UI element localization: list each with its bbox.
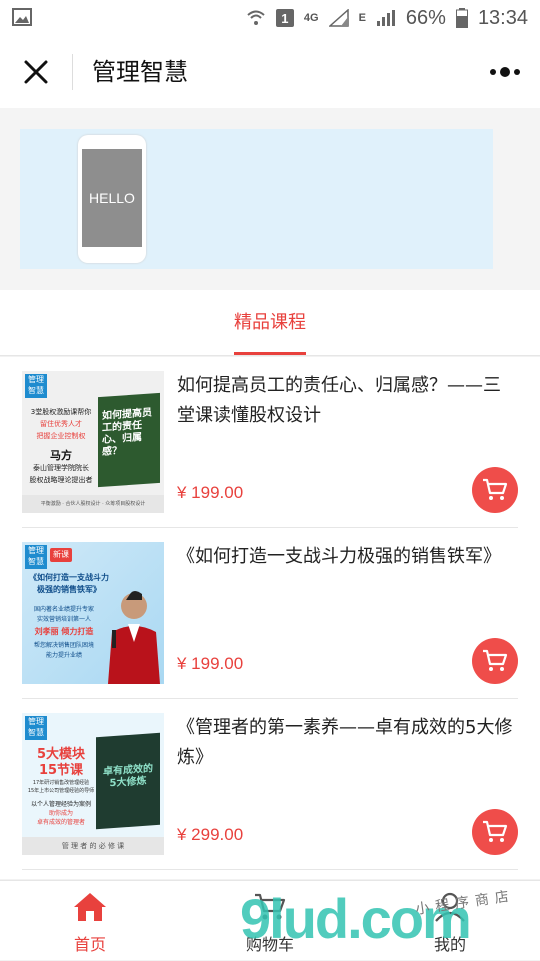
nav-label: 我的 <box>433 935 466 954</box>
sim-badge: 1 <box>275 9 294 27</box>
thumb-line: 国内著名业绩提升专家 <box>33 606 94 613</box>
battery-icon <box>455 8 468 28</box>
new-badge: 新课 <box>50 548 72 562</box>
course-item[interactable]: 管理智慧 3堂股权激励课帮你 留住优秀人才 把握企业控制权 马方 泰山管理学院院… <box>22 357 518 528</box>
course-thumbnail[interactable]: 管理智慧 3堂股权激励课帮你 留住优秀人才 把握企业控制权 马方 泰山管理学院院… <box>22 371 164 513</box>
thumb-badge: 管理智慧 <box>25 374 47 398</box>
tab-underline <box>234 352 306 355</box>
cart-icon <box>483 820 508 842</box>
thumb-line: 把握企业控制权 <box>36 432 86 440</box>
speaker-photo <box>108 591 160 684</box>
course-thumbnail[interactable]: 管理智慧 5大模块 15节课 17年研讨销售改管理经验 15年上市公司管理经验的… <box>22 713 164 855</box>
cart-icon <box>483 649 508 671</box>
course-item[interactable]: 管理智慧 5大模块 15节课 17年研讨销售改管理经验 15年上市公司管理经验的… <box>22 699 518 870</box>
status-bar: 1 4G E 66% 13:34 <box>0 0 540 36</box>
book-title: 如何提高员工的责任心、归属感？ <box>102 407 152 458</box>
thumb-footer: 平衡激励 · 合伙人股权设计 · 众筹项目股权设计 <box>22 495 164 513</box>
thumb-line: 3堂股权激励课帮你 <box>30 408 92 416</box>
phone-screen-text: HELLO <box>82 149 142 247</box>
course-list: 管理智慧 3堂股权激励课帮你 留住优秀人才 把握企业控制权 马方 泰山管理学院院… <box>0 357 540 879</box>
nav-item-home[interactable]: 首页 <box>0 881 180 961</box>
close-icon[interactable] <box>18 54 54 90</box>
cart-icon <box>483 478 508 500</box>
thumb-name: 刘孝丽 倾力打造 <box>34 627 94 636</box>
home-icon <box>74 893 106 921</box>
phone-illustration: HELLO <box>78 135 146 263</box>
tab-bar: 精品课程 <box>0 290 540 356</box>
banner[interactable]: HELLO <box>20 129 493 269</box>
add-to-cart-button[interactable] <box>472 467 518 513</box>
status-indicators: 1 4G E 66% 13:34 <box>246 6 528 30</box>
thumb-name: 马方 <box>50 449 72 462</box>
signal-icon <box>328 9 349 27</box>
clock: 13:34 <box>477 6 528 29</box>
thumb-badge: 管理智慧 <box>25 545 47 569</box>
signal-icon-2 <box>376 10 395 26</box>
course-price: ¥ 199.00 <box>177 654 244 673</box>
thumb-line: 15年上市公司管理经验的导师 <box>27 788 95 794</box>
bottom-nav: 首页 购物车 我的 <box>0 880 540 960</box>
course-title[interactable]: 《如何打造一支战斗力极强的销售铁军》 <box>177 542 517 572</box>
thumb-line: 能力提升业绩 <box>45 652 82 659</box>
add-to-cart-button[interactable] <box>472 809 518 855</box>
thumb-line: 股权战略理论提出者 <box>29 476 93 484</box>
book-title: 卓有成效的5大修炼 <box>103 763 153 790</box>
thumb-line: 帮您解决销售团队困境 <box>33 642 94 649</box>
thumb-line: 助你成为 <box>48 810 73 817</box>
book-cover: 卓有成效的5大修炼 <box>96 732 160 830</box>
thumb-line: 泰山管理学院院长 <box>33 464 89 472</box>
nav-label: 购物车 <box>245 935 294 954</box>
thumb-heading: 《如何打造一支战斗力极强的销售铁军》 <box>29 573 109 594</box>
course-title[interactable]: 《管理者的第一素养——卓有成效的5大修炼》 <box>177 713 517 773</box>
thumb-line: 以个人管理经验为案例 <box>30 801 91 808</box>
edge-indicator: E <box>358 12 366 24</box>
book-cover: 如何提高员工的责任心、归属感？ <box>98 392 160 488</box>
thumb-line: 17年研讨销售改管理经验 <box>32 780 90 786</box>
cart-icon <box>255 893 286 920</box>
thumb-line: 卓有成效的管理者 <box>36 819 85 826</box>
nav-item-cart[interactable]: 购物车 <box>180 881 360 961</box>
gallery-icon <box>12 8 32 26</box>
network-type: 4G <box>303 12 319 24</box>
course-price: ¥ 199.00 <box>177 483 244 502</box>
app-header: 管理智慧 <box>0 36 540 108</box>
nav-label: 首页 <box>73 935 106 954</box>
page-title: 管理智慧 <box>92 58 188 86</box>
thumb-line: 留住优秀人才 <box>40 420 82 428</box>
user-icon <box>435 892 465 922</box>
course-title[interactable]: 如何提高员工的责任心、归属感？——三堂课读懂股权设计 <box>177 371 517 431</box>
thumb-line: 实效营销培训第一人 <box>36 616 91 623</box>
wifi-icon <box>247 10 265 25</box>
thumb-badge: 管理智慧 <box>25 716 47 740</box>
header-divider <box>72 54 73 90</box>
banner-area: HELLO <box>0 108 540 290</box>
course-price: ¥ 299.00 <box>177 825 244 844</box>
course-thumbnail[interactable]: 管理智慧 新课 《如何打造一支战斗力极强的销售铁军》 国内著名业绩提升专家 实效… <box>22 542 164 684</box>
add-to-cart-button[interactable] <box>472 638 518 684</box>
more-icon[interactable] <box>488 62 522 82</box>
thumb-big: 15节课 <box>38 763 84 778</box>
nav-item-profile[interactable]: 我的 <box>360 881 540 961</box>
tab-featured-courses[interactable]: 精品课程 <box>224 308 316 334</box>
thumb-footer: 管 理 者 的 必 修 课 <box>22 837 164 855</box>
battery-percent: 66% <box>405 6 446 29</box>
course-item[interactable]: 管理智慧 新课 《如何打造一支战斗力极强的销售铁军》 国内著名业绩提升专家 实效… <box>22 528 518 699</box>
